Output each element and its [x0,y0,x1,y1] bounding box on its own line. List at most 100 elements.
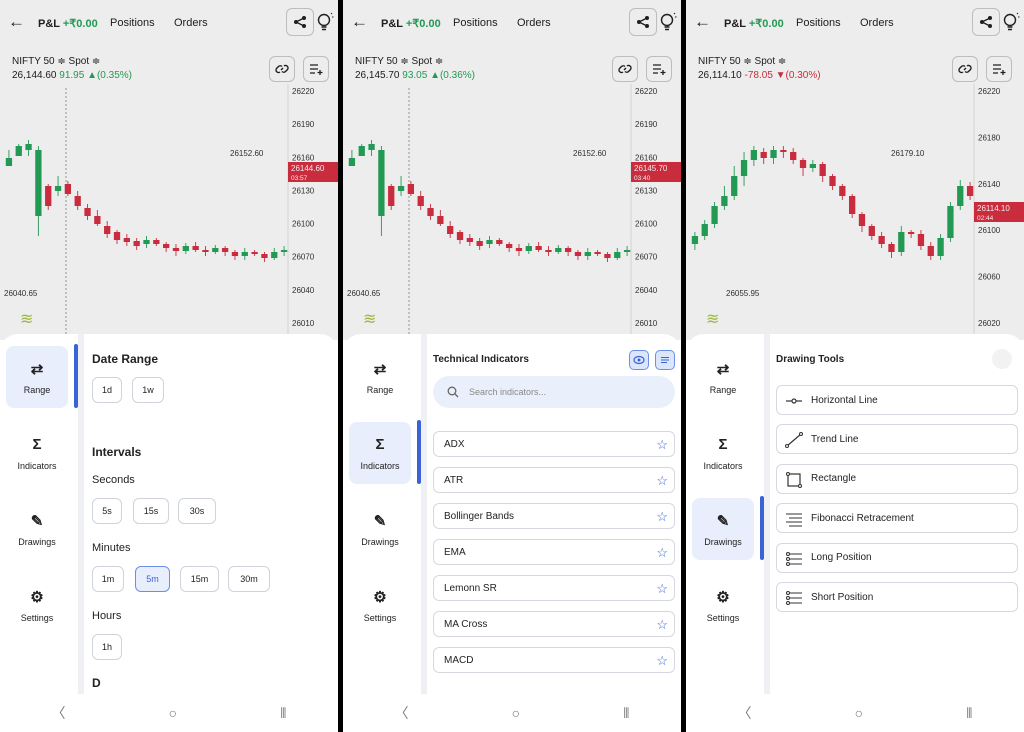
drawing-tool-row[interactable]: Trend Line [776,424,1018,455]
chip-30s[interactable]: 30s [178,498,216,524]
drawing-tool-row[interactable]: Short Position [776,582,1018,612]
chip-1m[interactable]: 1m [92,566,124,592]
tab-orders[interactable]: Orders [860,17,894,29]
drawing-tool-label: Trend Line [811,433,859,445]
symbol-name[interactable]: NIFTY 50 ≑ Spot ≑ [12,56,100,67]
back-arrow-icon[interactable]: ← [694,13,714,33]
candlestick-chart[interactable]: 26220 26180 26140 26100 26060 26020 26179.10 26… [686,84,1024,336]
link-icon[interactable] [952,56,978,82]
candle-body [780,150,787,152]
nav-home-icon[interactable]: ○ [512,705,520,721]
drawing-tool-row[interactable]: Fibonacci Retracement [776,503,1018,534]
y-axis-tick-label: 26220 [978,87,1001,96]
sidebar-item-indicators[interactable]: Σ Indicators [6,422,68,484]
high-price-label: 26152.60 [573,149,607,158]
chip-1h[interactable]: 1h [92,634,122,660]
star-icon[interactable]: ☆ [656,545,668,561]
sidebar-item-range[interactable]: ⇄ Range [6,346,68,408]
nav-back-icon[interactable]: 〈 [52,703,66,723]
sidebar-item-indicators[interactable]: Σ Indicators [692,422,754,484]
tab-positions[interactable]: Positions [110,17,155,29]
indicator-row[interactable]: MA Cross ☆ [433,611,675,637]
star-icon[interactable]: ☆ [656,617,668,633]
candlestick-chart[interactable]: 26220 26190 26160 26130 26100 26070 26040 26010… [0,84,338,336]
drawing-tool-row[interactable]: Rectangle [776,463,1018,494]
tab-positions[interactable]: Positions [453,17,498,29]
indicator-row[interactable]: EMA ☆ [433,539,675,565]
indicator-row[interactable]: Bollinger Bands ☆ [433,503,675,529]
active-indicator-bar [74,344,78,408]
drawing-tool-row[interactable]: Long Position [776,542,1018,573]
back-arrow-icon[interactable]: ← [351,13,371,33]
symbol-name[interactable]: NIFTY 50 ≑ Spot ≑ [355,56,443,67]
chip-5m[interactable]: 5m [135,566,170,592]
tab-positions[interactable]: Positions [796,17,841,29]
candle-body [182,246,189,251]
candle-body [623,250,631,252]
indicator-row[interactable]: ATR ☆ [433,467,675,493]
candle-body [15,146,22,156]
add-list-icon[interactable] [646,56,672,82]
symbol-name[interactable]: NIFTY 50 ≑ Spot ≑ [698,56,786,67]
sidebar-item-indicators[interactable]: Σ Indicators [349,422,411,484]
lightbulb-icon[interactable] [1002,12,1022,34]
chip-30m[interactable]: 30m [228,566,270,592]
sidebar-item-drawings[interactable]: ✎ Drawings [6,498,68,560]
indicator-row[interactable]: Lemonn SR ☆ [433,575,675,601]
drawing-tool-row[interactable]: Horizontal Line [776,385,1018,415]
nav-back-icon[interactable]: 〈 [738,703,752,723]
current-price-value: 26114.10 [977,204,1010,213]
add-list-icon[interactable] [303,56,329,82]
candle-body [447,226,454,234]
sidebar-item-drawings[interactable]: ✎ Drawings [349,498,411,560]
star-icon[interactable]: ☆ [656,653,668,669]
sidebar-item-settings[interactable]: ⚙ Settings [692,574,754,636]
indicator-row[interactable]: ADX ☆ [433,431,675,457]
sigma-icon: Σ [32,436,42,453]
share-icon[interactable] [972,8,1000,36]
nav-recents-icon[interactable]: ⦀ [280,705,286,722]
nav-home-icon[interactable]: ○ [169,705,177,721]
star-icon[interactable]: ☆ [656,473,668,489]
bottom-sheet: ⇄ Range Σ Indicators ✎ Drawings ⚙ Settings D… [686,334,1024,732]
sidebar-item-range[interactable]: ⇄ Range [692,346,754,408]
tab-orders[interactable]: Orders [174,17,208,29]
star-icon[interactable]: ☆ [656,509,668,525]
sidebar-item-range[interactable]: ⇄ Range [349,346,411,408]
y-axis-tick-label: 26010 [635,319,658,328]
chip-15m[interactable]: 15m [180,566,219,592]
nav-home-icon[interactable]: ○ [855,705,863,721]
sidebar-item-label: Range [366,384,394,395]
top-bar: ← P&L +₹0.00 Positions Orders [343,0,681,46]
sidebar-item-settings[interactable]: ⚙ Settings [6,574,68,636]
intervals-title: Intervals [92,445,142,459]
search-input[interactable]: Search indicators... [433,376,675,408]
current-price-value: 26145.70 [634,164,668,173]
lightbulb-icon[interactable] [316,12,336,34]
share-icon[interactable] [286,8,314,36]
chip-5s[interactable]: 5s [92,498,122,524]
indicator-row[interactable]: MACD ☆ [433,647,675,673]
tab-orders[interactable]: Orders [517,17,551,29]
chip-15s[interactable]: 15s [133,498,169,524]
link-icon[interactable] [269,56,295,82]
nav-back-icon[interactable]: 〈 [395,703,409,723]
candle-body [750,150,758,160]
link-icon[interactable] [612,56,638,82]
nav-recents-icon[interactable]: ⦀ [623,705,629,722]
chip-1d[interactable]: 1d [92,377,122,403]
chip-1w[interactable]: 1w [132,377,164,403]
nav-recents-icon[interactable]: ⦀ [966,705,972,722]
lightbulb-icon[interactable] [659,12,679,34]
star-icon[interactable]: ☆ [656,581,668,597]
list-icon[interactable] [655,350,675,370]
sidebar-item-drawings[interactable]: ✎ Drawings [692,498,754,560]
candlestick-chart[interactable]: 26220 26190 26160 26130 26100 26070 26040 26010… [343,84,681,336]
eye-icon[interactable] [629,350,649,370]
pin-icon[interactable] [992,349,1012,369]
add-list-icon[interactable] [986,56,1012,82]
back-arrow-icon[interactable]: ← [8,13,28,33]
star-icon[interactable]: ☆ [656,437,668,453]
share-icon[interactable] [629,8,657,36]
sidebar-item-settings[interactable]: ⚙ Settings [349,574,411,636]
